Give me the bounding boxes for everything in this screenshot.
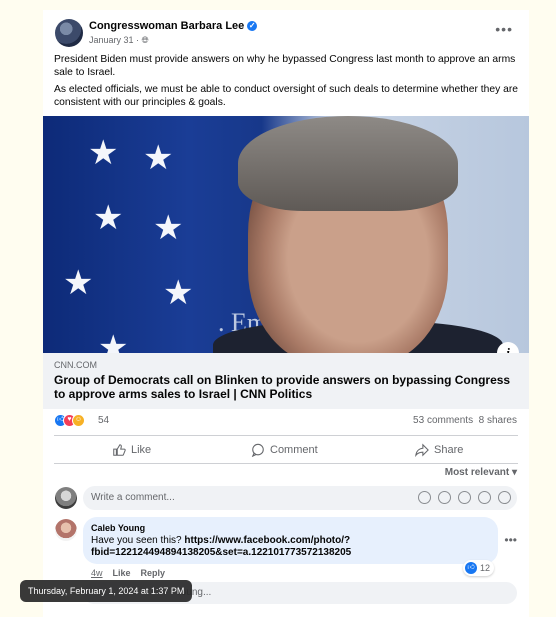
star-decoration: ★	[98, 329, 129, 353]
star-decoration: ★	[143, 139, 174, 177]
comment-reactions[interactable]: 👍︎ 12	[463, 560, 495, 576]
reaction-icons[interactable]: 👍︎ ♥ ☺	[54, 414, 94, 428]
comment-button[interactable]: Comment	[251, 439, 318, 461]
divider	[54, 463, 518, 464]
thumbs-up-icon	[113, 444, 126, 456]
commenter-name[interactable]: Caleb Young	[91, 523, 145, 533]
comment-reaction-count: 12	[480, 563, 491, 573]
comment-reply-button[interactable]: Reply	[141, 568, 166, 578]
emoji-icon[interactable]	[438, 491, 451, 504]
star-decoration: ★	[88, 134, 119, 172]
post-meta: January 31 · 🌐︎	[89, 35, 149, 46]
more-options-icon[interactable]: •••	[495, 21, 513, 37]
star-decoration: ★	[153, 209, 184, 247]
comment-share-counts: 53 comments 8 shares	[413, 415, 517, 426]
comment-button-label: Comment	[270, 444, 318, 456]
reaction-count[interactable]: 54	[98, 415, 109, 426]
gif-icon[interactable]	[478, 491, 491, 504]
info-icon[interactable]: i	[497, 342, 519, 353]
sticker-icon[interactable]	[498, 491, 511, 504]
avatar-sticker-icon[interactable]	[418, 491, 431, 504]
post-text-paragraph-1: President Biden must provide answers on …	[54, 54, 516, 78]
comment-timestamp[interactable]: 4w	[91, 568, 103, 578]
comment-text-body: Have you seen this?	[91, 535, 185, 546]
comment-more-options-icon[interactable]: •••	[504, 533, 517, 547]
star-decoration: ★	[93, 199, 124, 237]
comment-like-button[interactable]: Like	[113, 568, 131, 578]
author-name[interactable]: Congresswoman Barbara Lee ✓	[89, 20, 258, 32]
link-domain: CNN.COM	[54, 360, 97, 370]
comment-text: Have you seen this? https://www.facebook…	[91, 535, 492, 559]
meta-separator: ·	[133, 35, 142, 45]
author-avatar[interactable]	[55, 19, 83, 47]
author-name-text[interactable]: Congresswoman Barbara Lee	[89, 20, 244, 32]
share-button-label: Share	[434, 444, 464, 456]
haha-reaction-icon: ☺	[72, 414, 85, 427]
star-decoration: ★	[163, 274, 194, 312]
comment-count[interactable]: 53 comments	[413, 415, 473, 426]
comment-input-tools	[418, 491, 511, 504]
verified-badge-icon: ✓	[247, 21, 258, 31]
like-button[interactable]: Like	[112, 439, 151, 461]
divider	[54, 435, 518, 436]
like-button-label: Like	[131, 444, 152, 456]
post-photo[interactable]: ★ ★ ★ ★ ★ ★ ★ . Em usalem i	[43, 116, 529, 353]
comment-bubble-icon	[251, 443, 264, 457]
post-actions: Like Comment Share	[54, 439, 518, 461]
like-reaction-icon: 👍︎	[465, 562, 477, 574]
commenter-avatar[interactable]	[55, 519, 77, 541]
link-preview[interactable]: CNN.COM Group of Democrats call on Blink…	[43, 353, 529, 409]
link-title[interactable]: Group of Democrats call on Blinken to pr…	[54, 373, 515, 401]
comment-input-placeholder: Write a comment...	[91, 492, 175, 503]
comment-sort-dropdown[interactable]: Most relevant ▾	[445, 467, 517, 478]
current-user-avatar[interactable]	[55, 487, 77, 509]
share-count[interactable]: 8 shares	[479, 415, 517, 426]
post-stats: 👍︎ ♥ ☺ 54 53 comments 8 shares	[54, 413, 517, 431]
photo-subject-hair	[238, 116, 458, 211]
star-decoration: ★	[63, 264, 94, 302]
globe-icon: 🌐︎	[141, 35, 149, 45]
post-header: Congresswoman Barbara Lee ✓ January 31 · …	[55, 19, 517, 53]
timestamp-tooltip: Thursday, February 1, 2024 at 1:37 PM	[20, 580, 193, 602]
comment-actions: 4w Like Reply	[91, 568, 165, 578]
post-text-paragraph-2: As elected officials, we must be able to…	[54, 84, 518, 108]
camera-icon[interactable]	[458, 491, 471, 504]
comment-input[interactable]: Write a comment...	[83, 486, 517, 510]
share-arrow-icon	[415, 443, 429, 457]
share-button[interactable]: Share	[415, 439, 463, 461]
post-card: Congresswoman Barbara Lee ✓ January 31 · …	[43, 10, 529, 617]
comment-bubble: Caleb Young Have you seen this? https://…	[83, 517, 498, 564]
post-date[interactable]: January 31	[89, 35, 134, 45]
